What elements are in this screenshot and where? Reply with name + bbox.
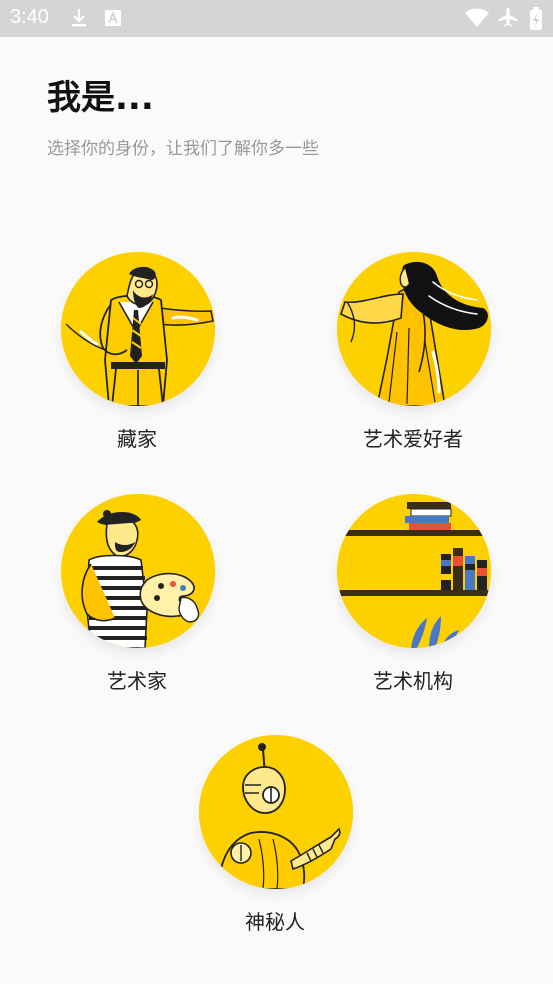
collector-illustration [61, 252, 215, 406]
role-label-mystery-person: 神秘人 [245, 910, 305, 934]
mystery-person-illustration [199, 735, 353, 889]
role-option-art-institution[interactable]: 艺术机构 [313, 494, 513, 704]
wifi-icon [464, 7, 490, 33]
page-subtitle: 选择你的身份，让我们了解你多一些 [47, 139, 319, 159]
artist-illustration [61, 494, 215, 648]
role-option-art-lover[interactable]: 艺术爱好者 [313, 252, 513, 462]
art-lover-illustration [337, 252, 491, 406]
role-label-artist: 艺术家 [107, 669, 167, 693]
role-option-artist[interactable]: 艺术家 [37, 494, 237, 704]
role-option-mystery-person[interactable]: 神秘人 [175, 735, 375, 945]
download-icon [70, 7, 88, 33]
role-label-art-lover: 艺术爱好者 [363, 427, 463, 451]
art-institution-illustration [337, 494, 491, 648]
status-bar: 3:40 [0, 0, 553, 37]
a-badge-icon [104, 7, 122, 33]
role-label-collector: 藏家 [117, 427, 157, 451]
role-label-art-institution: 艺术机构 [373, 669, 453, 693]
status-time: 3:40 [10, 6, 49, 28]
role-option-collector[interactable]: 藏家 [37, 252, 237, 462]
airplane-icon [497, 7, 519, 33]
battery-icon [529, 7, 543, 35]
page-title: 我是... [47, 78, 154, 118]
